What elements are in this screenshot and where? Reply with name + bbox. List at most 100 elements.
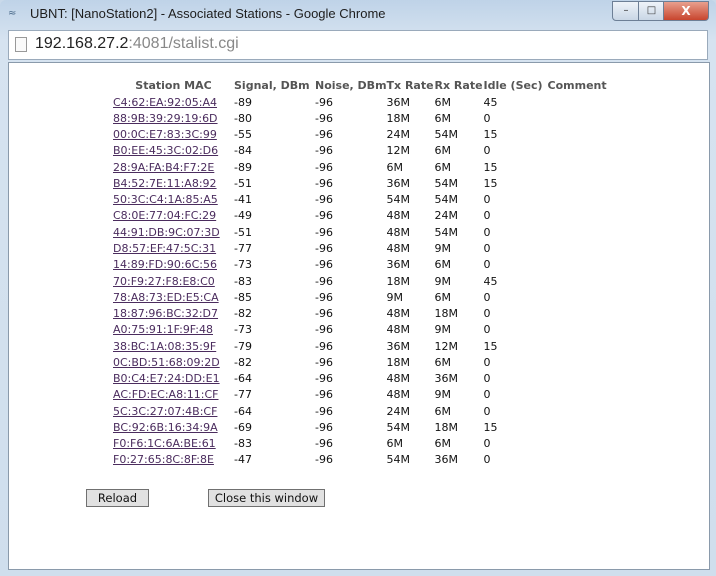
table-cell: -96 xyxy=(315,307,333,321)
station-mac-link[interactable]: 38:BC:1A:08:35:9F xyxy=(113,340,216,353)
table-cell: -49 xyxy=(234,209,252,223)
url-path: :4081/stalist.cgi xyxy=(128,35,239,52)
table-cell: -89 xyxy=(234,95,252,109)
table-row: B0:C4:E7:24:DD:E1 -64 -96 48M 36M 0 xyxy=(113,371,610,387)
table-cell: 15 xyxy=(483,420,498,434)
table-cell: -69 xyxy=(234,420,252,434)
table-cell: -82 xyxy=(234,307,252,321)
table-cell: -82 xyxy=(234,355,252,369)
mac-cell: C4:62:EA:92:05:A4 xyxy=(113,94,234,110)
table-cell: 36M xyxy=(386,258,411,272)
station-mac-link[interactable]: F0:27:65:8C:8F:8E xyxy=(113,453,214,466)
mac-cell: 44:91:DB:9C:07:3D xyxy=(113,224,234,240)
column-header: Idle (Sec) xyxy=(483,78,543,92)
table-cell: 15 xyxy=(483,176,498,190)
column-header: Tx Rate xyxy=(386,78,434,92)
table-cell: 6M xyxy=(434,144,452,158)
table-cell: 48M xyxy=(386,323,411,337)
table-cell xyxy=(548,371,610,387)
table-cell xyxy=(548,127,610,143)
table-row: BC:92:6B:16:34:9A -69 -96 54M 18M 15 xyxy=(113,419,610,435)
table-row: 44:91:DB:9C:07:3D -51 -96 48M 54M 0 xyxy=(113,224,610,240)
station-mac-link[interactable]: C4:62:EA:92:05:A4 xyxy=(113,96,217,109)
table-cell: 0 xyxy=(483,323,491,337)
table-cell: 0 xyxy=(483,242,491,256)
station-mac-link[interactable]: B0:C4:E7:24:DD:E1 xyxy=(113,372,220,385)
table-cell xyxy=(548,403,610,419)
table-cell: 15 xyxy=(483,160,498,174)
minimize-button[interactable]: – xyxy=(612,1,640,21)
table-cell: 0 xyxy=(483,258,491,272)
mac-cell: 38:BC:1A:08:35:9F xyxy=(113,338,234,354)
reload-button[interactable]: Reload xyxy=(86,489,149,507)
table-cell: 54M xyxy=(434,176,459,190)
station-mac-link[interactable]: F0:F6:1C:6A:BE:61 xyxy=(113,437,216,450)
table-cell: 0 xyxy=(483,111,491,125)
table-cell: 6M xyxy=(434,404,452,418)
table-cell: -96 xyxy=(315,372,333,386)
station-mac-link[interactable]: 14:89:FD:90:6C:56 xyxy=(113,258,217,271)
station-mac-link[interactable]: BC:92:6B:16:34:9A xyxy=(113,421,218,434)
table-cell: 15 xyxy=(483,339,498,353)
table-cell: -96 xyxy=(315,209,333,223)
table-cell xyxy=(548,289,610,305)
close-button[interactable]: X xyxy=(663,1,709,21)
table-cell: 9M xyxy=(434,242,452,256)
table-cell xyxy=(548,240,610,256)
station-mac-link[interactable]: 50:3C:C4:1A:85:A5 xyxy=(113,193,218,206)
station-mac-link[interactable]: 0C:BD:51:68:09:2D xyxy=(113,356,220,369)
mac-cell: 50:3C:C4:1A:85:A5 xyxy=(113,192,234,208)
table-row: 38:BC:1A:08:35:9F -79 -96 36M 12M 15 xyxy=(113,338,610,354)
station-mac-link[interactable]: 5C:3C:27:07:4B:CF xyxy=(113,405,217,418)
table-cell: 54M xyxy=(434,193,459,207)
table-cell: 15 xyxy=(483,128,498,142)
table-cell: 12M xyxy=(434,339,459,353)
table-row: D8:57:EF:47:5C:31 -77 -96 48M 9M 0 xyxy=(113,240,610,256)
table-cell xyxy=(548,208,610,224)
table-cell: 9M xyxy=(386,290,404,304)
close-window-button[interactable]: Close this window xyxy=(208,489,325,507)
table-cell: -73 xyxy=(234,323,252,337)
browser-window: ≈ UBNT: [NanoStation2] - Associated Stat… xyxy=(0,0,716,576)
table-row: C8:0E:77:04:FC:29 -49 -96 48M 24M 0 xyxy=(113,208,610,224)
station-mac-link[interactable]: 70:F9:27:F8:E8:C0 xyxy=(113,275,215,288)
table-cell: -96 xyxy=(315,242,333,256)
mac-cell: F0:F6:1C:6A:BE:61 xyxy=(113,436,234,452)
station-mac-link[interactable]: AC:FD:EC:A8:11:CF xyxy=(113,388,219,401)
table-cell xyxy=(548,159,610,175)
table-cell: -96 xyxy=(315,339,333,353)
table-cell: -96 xyxy=(315,453,333,467)
table-cell: 36M xyxy=(386,176,411,190)
table-cell: -79 xyxy=(234,339,252,353)
table-cell: 54M xyxy=(386,193,411,207)
ubnt-logo-icon: ≈ xyxy=(8,8,17,19)
table-cell xyxy=(548,322,610,338)
station-mac-link[interactable]: 28:9A:FA:B4:F7:2E xyxy=(113,161,214,174)
table-cell: 48M xyxy=(386,242,411,256)
column-header: Signal, DBm xyxy=(234,78,310,92)
table-cell: 0 xyxy=(483,290,491,304)
table-cell: 45 xyxy=(483,95,498,109)
station-mac-link[interactable]: C8:0E:77:04:FC:29 xyxy=(113,209,216,222)
station-mac-link[interactable]: 88:9B:39:29:19:6D xyxy=(113,112,218,125)
station-mac-link[interactable]: 78:A8:73:ED:E5:CA xyxy=(113,291,219,304)
station-mac-link[interactable]: 00:0C:E7:83:3C:99 xyxy=(113,128,217,141)
station-mac-link[interactable]: B4:52:7E:11:A8:92 xyxy=(113,177,217,190)
table-cell xyxy=(548,305,610,321)
table-cell: -96 xyxy=(315,128,333,142)
station-mac-link[interactable]: 44:91:DB:9C:07:3D xyxy=(113,226,220,239)
table-cell: 54M xyxy=(434,128,459,142)
station-mac-link[interactable]: 18:87:96:BC:32:D7 xyxy=(113,307,218,320)
address-bar[interactable]: 192.168.27.2:4081/stalist.cgi xyxy=(8,30,708,60)
table-row: 88:9B:39:29:19:6D -80 -96 18M 6M 0 xyxy=(113,110,610,126)
station-mac-link[interactable]: B0:EE:45:3C:02:D6 xyxy=(113,144,218,157)
table-cell: -84 xyxy=(234,144,252,158)
table-cell: 36M xyxy=(386,339,411,353)
table-cell: 54M xyxy=(386,420,411,434)
maximize-button[interactable]: □ xyxy=(638,1,665,21)
url[interactable]: 192.168.27.2:4081/stalist.cgi xyxy=(35,35,239,53)
table-cell: -85 xyxy=(234,290,252,304)
station-mac-link[interactable]: D8:57:EF:47:5C:31 xyxy=(113,242,216,255)
table-cell: -51 xyxy=(234,176,252,190)
station-mac-link[interactable]: A0:75:91:1F:9F:48 xyxy=(113,323,213,336)
